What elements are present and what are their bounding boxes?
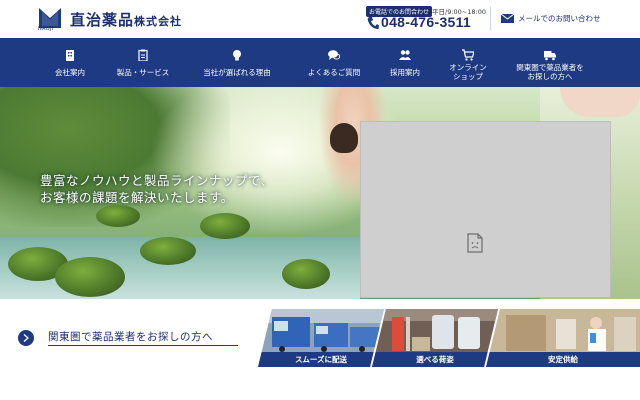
nav-label-online-shop-line2: ショップ <box>453 72 483 81</box>
cart-icon <box>462 49 474 61</box>
chat-icon <box>328 50 340 60</box>
building-icon <box>66 50 74 61</box>
hero-mossy-rock <box>140 237 196 265</box>
clipboard-icon <box>138 49 148 61</box>
logo-company-name: 直治薬品 <box>70 11 135 29</box>
nav-label-kanto-line1: 関東圏で薬品業者を <box>516 63 584 72</box>
cta-underline <box>48 345 238 346</box>
phone-number-link[interactable]: 048-476-3511 <box>381 14 471 30</box>
nav-label-products: 製品・サービス <box>116 68 170 77</box>
nav-label-kanto: 関東圏で薬品業者を お探しの方へ <box>516 63 584 81</box>
nav-item-faq[interactable]: よくあるご質問 <box>298 38 370 87</box>
cta-text: 関東圏で薬品業者をお探しの方へ <box>48 331 213 343</box>
feature-delivery-label: スムーズに配送 <box>258 352 384 367</box>
nav-label-online-shop: オンライン ショップ <box>449 63 487 81</box>
logo-subtext: NAOJI <box>38 26 54 32</box>
nav-item-company[interactable]: 会社案内 <box>40 38 100 87</box>
nav-label-kanto-line2: お探しの方へ <box>527 72 573 81</box>
hero-mossy-rock <box>200 213 250 239</box>
broken-document-icon <box>467 233 483 253</box>
hero-catchcopy: 豊富なノウハウと製品ラインナップで、 お客様の課題を解決いたします。 <box>40 172 274 206</box>
nav-item-kanto[interactable]: 関東圏で薬品業者を お探しの方へ <box>508 38 592 87</box>
kanto-cta-link[interactable]: 関東圏で薬品業者をお探しの方へ <box>0 309 268 367</box>
feature-stable-supply-label: 安定供給 <box>486 352 640 367</box>
mail-icon[interactable] <box>501 14 514 23</box>
truck-icon <box>544 51 556 61</box>
lightbulb-icon <box>233 50 241 61</box>
phone-icon <box>367 17 379 29</box>
people-icon <box>399 50 411 60</box>
mail-contact-link[interactable]: メールでのお問い合わせ <box>518 13 601 24</box>
logo-company-suffix: 株式会社 <box>134 15 183 28</box>
main-navigation: 会社案内 製品・サービス 当社が選ばれる理由 よくあるご質問 採用案内 オンライ… <box>0 38 640 87</box>
hero-person-hair <box>330 123 358 153</box>
embedded-video-frame[interactable] <box>360 121 611 298</box>
nav-item-online-shop[interactable]: オンライン ショップ <box>440 38 496 87</box>
site-header: NAOJI 直治薬品株式会社 お電話でのお問合わせ 平日/9:00~18:00 … <box>0 0 640 38</box>
hero-mossy-rock <box>96 205 140 227</box>
hero-copy-line1: 豊富なノウハウと製品ラインナップで、 <box>40 173 274 188</box>
chevron-right-icon <box>23 334 29 342</box>
feature-packaging-label: 選べる荷姿 <box>372 352 498 367</box>
header-divider <box>490 7 491 31</box>
nav-label-online-shop-line1: オンライン <box>449 63 487 72</box>
feature-stable-supply[interactable]: 安定供給 <box>486 309 640 367</box>
nav-label-company: 会社案内 <box>55 68 85 77</box>
feature-delivery[interactable]: スムーズに配送 <box>258 309 384 367</box>
nav-item-products[interactable]: 製品・サービス <box>105 38 181 87</box>
nav-label-recruit: 採用案内 <box>390 68 420 77</box>
nav-item-reasons[interactable]: 当社が選ばれる理由 <box>193 38 281 87</box>
video-placeholder <box>360 121 611 298</box>
company-logo-text[interactable]: 直治薬品株式会社 <box>70 9 182 30</box>
nav-label-faq: よくあるご質問 <box>307 68 361 77</box>
hero-mossy-rock <box>282 259 330 289</box>
hero-copy-line2: お客様の課題を解決いたします。 <box>40 190 234 205</box>
hero-mossy-rock <box>55 257 125 297</box>
nav-label-reasons: 当社が選ばれる理由 <box>203 68 271 77</box>
kanto-banner[interactable]: 関東圏で薬品業者をお探しの方へ スムーズに配送 選べる荷姿 安定供給 <box>0 309 640 369</box>
nav-item-recruit[interactable]: 採用案内 <box>380 38 430 87</box>
feature-packaging[interactable]: 選べる荷姿 <box>372 309 498 367</box>
